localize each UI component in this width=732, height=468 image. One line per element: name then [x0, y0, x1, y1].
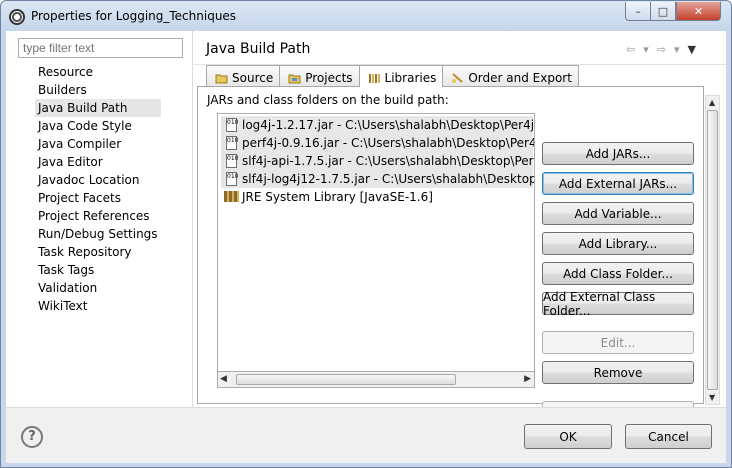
order-export-icon — [452, 72, 464, 83]
preference-page-tree: Resource Builders Java Build Path Java C… — [35, 63, 161, 315]
sidebar-item-wikitext[interactable]: WikiText — [35, 297, 161, 315]
sidebar-item-project-references[interactable]: Project References — [35, 207, 161, 225]
sidebar-item-java-code-style[interactable]: Java Code Style — [35, 117, 161, 135]
add-external-class-folder-button[interactable]: Add External Class Folder... — [542, 290, 694, 318]
tab-order-and-export[interactable]: Order and Export — [442, 65, 579, 86]
list-item-label: log4j-1.2.17.jar - C:\Users\shalabh\Desk… — [242, 118, 535, 132]
library-icon — [224, 191, 239, 202]
tab-bar: Source Projects Libraries Order and Expo… — [206, 65, 579, 87]
scroll-left-arrow-icon[interactable]: ◀ — [220, 374, 227, 384]
add-jars-button[interactable]: Add JARs... — [542, 142, 694, 165]
list-item-label: JRE System Library [JavaSE-1.6] — [242, 190, 433, 204]
add-library-button[interactable]: Add Library... — [542, 232, 694, 255]
tab-label: Libraries — [384, 71, 437, 85]
sidebar-item-run-debug-settings[interactable]: Run/Debug Settings — [35, 225, 161, 243]
sidebar-item-java-build-path[interactable]: Java Build Path — [35, 99, 161, 117]
add-class-folder-button[interactable]: Add Class Folder... — [542, 262, 694, 285]
properties-dialog: Properties for Logging_Techniques – □ ✕ … — [0, 0, 732, 468]
build-path-label: JARs and class folders on the build path… — [207, 93, 449, 107]
sidebar-item-project-facets[interactable]: Project Facets — [35, 189, 161, 207]
sidebar-item-java-editor[interactable]: Java Editor — [35, 153, 161, 171]
tab-label: Source — [232, 70, 274, 85]
scrollbar-thumb[interactable] — [236, 374, 456, 385]
jar-icon: 010 — [226, 154, 238, 168]
list-item[interactable]: 010 perf4j-0.9.16.jar - C:\Users\shalabh… — [221, 134, 535, 152]
scroll-up-arrow-icon[interactable]: ▲ — [709, 98, 715, 107]
filter-input[interactable] — [18, 38, 183, 58]
tab-label: Order and Export — [468, 70, 572, 85]
projects-icon — [288, 74, 301, 83]
ok-button[interactable]: OK — [524, 424, 612, 449]
sidebar-item-javadoc-location[interactable]: Javadoc Location — [35, 171, 161, 189]
tab-libraries[interactable]: Libraries — [358, 65, 444, 87]
list-item-label: slf4j-api-1.7.5.jar - C:\Users\shalabh\D… — [242, 154, 535, 168]
tab-label: Projects — [305, 70, 353, 85]
forward-arrow-icon[interactable]: ⇨ — [657, 43, 666, 56]
sash-divider[interactable] — [192, 31, 193, 407]
title-bar: Properties for Logging_Techniques – □ ✕ — [1, 1, 731, 31]
jar-icon: 010 — [226, 118, 238, 132]
add-variable-button[interactable]: Add Variable... — [542, 202, 694, 225]
scroll-down-arrow-icon[interactable]: ▼ — [709, 393, 715, 402]
dialog-client-area: Resource Builders Java Build Path Java C… — [6, 31, 726, 463]
scroll-right-arrow-icon[interactable]: ▶ — [524, 374, 531, 384]
button-bar: ? OK Cancel — [6, 407, 726, 463]
history-toolbar: ⇦ ▾ ⇨ ▾ ▼ — [626, 43, 696, 56]
back-arrow-icon[interactable]: ⇦ — [626, 43, 635, 56]
dropdown-arrow-icon[interactable]: ▾ — [674, 43, 680, 56]
sidebar-item-java-compiler[interactable]: Java Compiler — [35, 135, 161, 153]
library-list[interactable]: 010 log4j-1.2.17.jar - C:\Users\shalabh\… — [217, 113, 535, 383]
add-external-jars-button[interactable]: Add External JARs... — [542, 172, 694, 195]
edit-button[interactable]: Edit... — [542, 331, 694, 354]
page-title: Java Build Path — [206, 41, 311, 57]
sidebar-item-builders[interactable]: Builders — [35, 81, 161, 99]
dropdown-arrow-icon[interactable]: ▾ — [643, 43, 649, 56]
sidebar-item-validation[interactable]: Validation — [35, 279, 161, 297]
tab-projects[interactable]: Projects — [279, 65, 360, 86]
minimize-button[interactable]: – — [625, 2, 651, 21]
close-button[interactable]: ✕ — [676, 2, 721, 21]
libraries-icon — [368, 74, 380, 83]
vertical-scrollbar[interactable]: ▲ ▼ — [705, 95, 720, 405]
sidebar-item-resource[interactable]: Resource — [35, 63, 161, 81]
view-menu-icon[interactable]: ▼ — [688, 43, 696, 56]
scrollbar-thumb[interactable] — [707, 110, 718, 390]
cancel-button[interactable]: Cancel — [625, 424, 712, 449]
jar-icon: 010 — [226, 172, 238, 186]
sidebar-item-task-tags[interactable]: Task Tags — [35, 261, 161, 279]
horizontal-scrollbar[interactable]: ◀ ▶ — [217, 371, 535, 388]
maximize-button[interactable]: □ — [650, 2, 676, 21]
jar-icon: 010 — [226, 136, 238, 150]
list-item-label: slf4j-log4j12-1.7.5.jar - C:\Users\shala… — [242, 172, 535, 186]
tab-source[interactable]: Source — [206, 65, 281, 86]
libraries-tab-panel: JARs and class folders on the build path… — [197, 86, 704, 424]
remove-button[interactable]: Remove — [542, 361, 694, 384]
list-item[interactable]: 010 log4j-1.2.17.jar - C:\Users\shalabh\… — [221, 116, 535, 134]
source-folder-icon — [215, 74, 228, 83]
list-item[interactable]: 010 slf4j-log4j12-1.7.5.jar - C:\Users\s… — [221, 170, 535, 188]
eclipse-app-icon — [9, 9, 25, 25]
sidebar-item-task-repository[interactable]: Task Repository — [35, 243, 161, 261]
list-item[interactable]: 010 slf4j-api-1.7.5.jar - C:\Users\shala… — [221, 152, 535, 170]
window-title: Properties for Logging_Techniques — [31, 9, 237, 23]
list-item[interactable]: JRE System Library [JavaSE-1.6] — [221, 188, 533, 206]
list-item-label: perf4j-0.9.16.jar - C:\Users\shalabh\Des… — [242, 136, 535, 150]
help-icon[interactable]: ? — [21, 426, 43, 448]
